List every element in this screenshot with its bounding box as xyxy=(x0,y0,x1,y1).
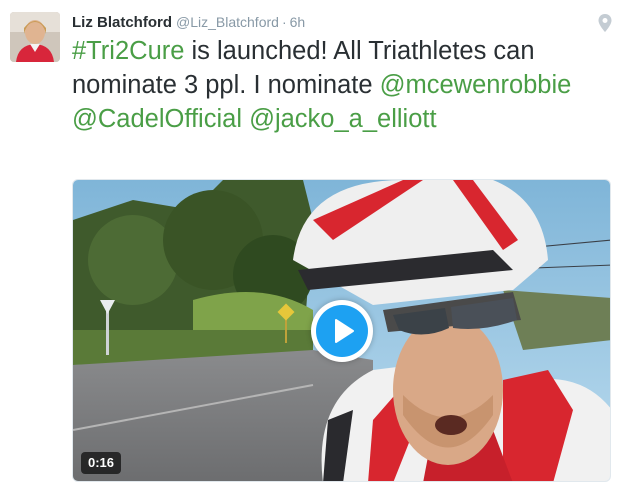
map-pin-icon[interactable] xyxy=(598,14,612,32)
avatar-image xyxy=(10,12,60,62)
mention-link-mcewenrobbie[interactable]: @mcewenrobbie xyxy=(380,71,572,99)
play-button-circle xyxy=(316,305,368,357)
mention-link-jacko-a-elliott[interactable]: @jacko_a_elliott xyxy=(249,105,437,133)
video-duration-badge: 0:16 xyxy=(81,452,122,474)
video-player[interactable]: 0:16 xyxy=(72,179,611,482)
tweet: Liz Blatchford @Liz_Blatchford · 6h #Tri2Cu… xyxy=(0,0,620,494)
user-handle[interactable]: @Liz_Blatchford xyxy=(176,14,279,30)
play-button[interactable] xyxy=(311,300,373,362)
avatar[interactable] xyxy=(10,12,60,62)
tweet-text: #Tri2Cure is launched! All Triathletes c… xyxy=(72,34,602,136)
hashtag-link[interactable]: #Tri2Cure xyxy=(72,37,184,65)
separator-dot: · xyxy=(281,14,287,30)
play-icon xyxy=(335,319,354,343)
mention-link-cadelofficial[interactable]: @CadelOfficial xyxy=(72,105,242,133)
display-name[interactable]: Liz Blatchford xyxy=(72,14,172,31)
timestamp[interactable]: 6h xyxy=(290,14,306,30)
tweet-header: Liz Blatchford @Liz_Blatchford · 6h xyxy=(72,13,305,32)
